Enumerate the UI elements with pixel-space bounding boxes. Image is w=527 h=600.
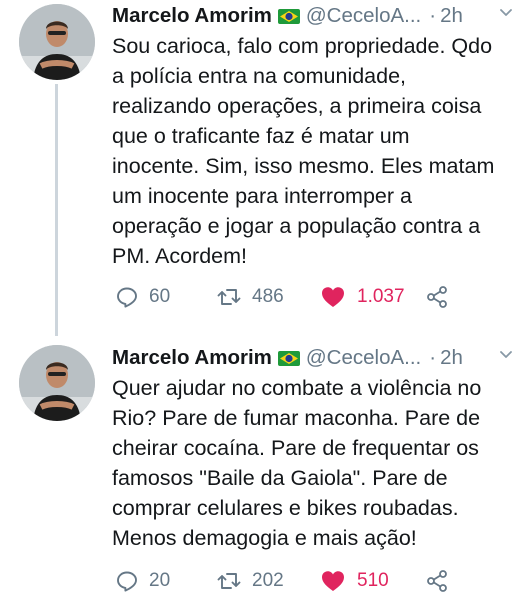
avatar[interactable] [19, 4, 95, 80]
avatar[interactable] [19, 345, 95, 421]
share-button[interactable] [425, 282, 449, 312]
separator-dot: · [429, 4, 437, 27]
share-button[interactable] [425, 566, 449, 596]
separator-dot: · [429, 346, 437, 369]
brazil-flag-icon [277, 8, 300, 24]
tweet-actions: 20 202 510 [112, 566, 512, 596]
tweet[interactable]: Marcelo Amorim @CeceloA... · 2h Quer aju… [0, 335, 527, 600]
retweet-icon [217, 289, 241, 305]
share-icon [427, 570, 447, 592]
like-button[interactable]: 510 [320, 566, 389, 596]
reply-button[interactable]: 20 [115, 566, 170, 596]
author-name[interactable]: Marcelo Amorim [112, 346, 272, 370]
tweet-text: Sou carioca, falo com propriedade. Qdo a… [112, 34, 495, 268]
tweet-text: Quer ajudar no combate a violência no Ri… [112, 376, 482, 550]
author-name[interactable]: Marcelo Amorim [112, 4, 272, 28]
chevron-down-icon[interactable] [497, 4, 515, 22]
timestamp[interactable]: 2h [440, 346, 463, 370]
heart-icon [322, 571, 344, 591]
tweet-actions: 60 486 1.037 [112, 282, 512, 312]
author-handle[interactable]: @CeceloA... [306, 346, 421, 370]
retweet-button[interactable]: 202 [216, 566, 284, 596]
tweet-header: Marcelo Amorim @CeceloA... · 2h [112, 2, 517, 30]
reply-count: 20 [149, 570, 171, 591]
brazil-flag-icon [277, 350, 300, 366]
timestamp[interactable]: 2h [440, 4, 463, 28]
reply-button[interactable]: 60 [115, 282, 170, 312]
author-handle[interactable]: @CeceloA... [306, 4, 421, 28]
tweet[interactable]: Marcelo Amorim @CeceloA... · 2h Sou cari… [0, 0, 527, 336]
reply-icon [117, 287, 137, 308]
thread-line [55, 84, 58, 336]
like-count: 1.037 [357, 286, 405, 307]
chevron-down-icon[interactable] [497, 346, 515, 364]
like-button[interactable]: 1.037 [320, 282, 405, 312]
share-icon [427, 286, 447, 308]
retweet-icon [217, 573, 241, 589]
heart-icon [322, 287, 344, 307]
reply-icon [117, 571, 137, 592]
tweet-header: Marcelo Amorim @CeceloA... · 2h [112, 344, 517, 372]
retweet-count: 486 [252, 286, 284, 307]
like-count: 510 [357, 570, 389, 591]
retweet-count: 202 [252, 570, 284, 591]
reply-count: 60 [149, 286, 171, 307]
retweet-button[interactable]: 486 [216, 282, 284, 312]
